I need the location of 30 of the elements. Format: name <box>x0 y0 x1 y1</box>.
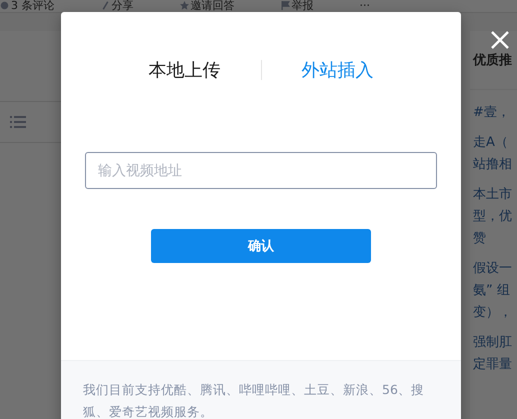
link-text: 变）， <box>473 304 513 322</box>
recommended-link[interactable]: 假设一 氨” 组 变）， <box>470 258 517 332</box>
link-text: 氨” 组 <box>473 282 511 300</box>
page-action[interactable]: 3 条评论 <box>0 0 54 11</box>
link-text: 站撸相 <box>473 156 513 174</box>
link-text: 走A（ <box>473 134 509 152</box>
link-text: 本土市 <box>473 186 513 204</box>
flag-icon <box>280 1 290 10</box>
tab[interactable]: 外站插入 <box>302 58 374 82</box>
recommended-link[interactable]: #壹， <box>470 102 517 132</box>
page-action[interactable]: 举报 <box>280 0 314 11</box>
supported-services-note: 我们目前支持优酷、腾讯、哔哩哔哩、土豆、新浪、56、搜狐、爱奇艺视频服务。 <box>83 381 425 419</box>
recommended-link[interactable]: 走A（ 站撸相 <box>470 132 517 184</box>
link-text: 定罪量 <box>473 356 513 374</box>
star-icon <box>180 1 188 10</box>
recommended-link[interactable]: 强制肛 定罪量 <box>470 332 517 384</box>
page-action[interactable]: ··· <box>360 0 370 11</box>
tab[interactable]: 本地上传 <box>148 58 220 82</box>
link-text: 假设一 <box>473 260 513 278</box>
link-text: 型，优 <box>473 208 513 226</box>
url-input-field[interactable]: 输入视频地址 <box>85 152 437 189</box>
link-text: 赞 <box>473 230 487 248</box>
page-action[interactable]: 邀请回答 <box>180 0 234 11</box>
page-action[interactable]: 分享 <box>100 0 134 11</box>
sidebar-title: 优质推 <box>470 51 517 90</box>
close-icon[interactable] <box>490 30 510 50</box>
link-text: 强制肛 <box>473 334 513 352</box>
link-text: #壹， <box>473 104 511 122</box>
recommended-link[interactable]: 本土市 型，优 赞 <box>470 184 517 258</box>
confirm-button[interactable]: 确认 <box>151 229 371 263</box>
